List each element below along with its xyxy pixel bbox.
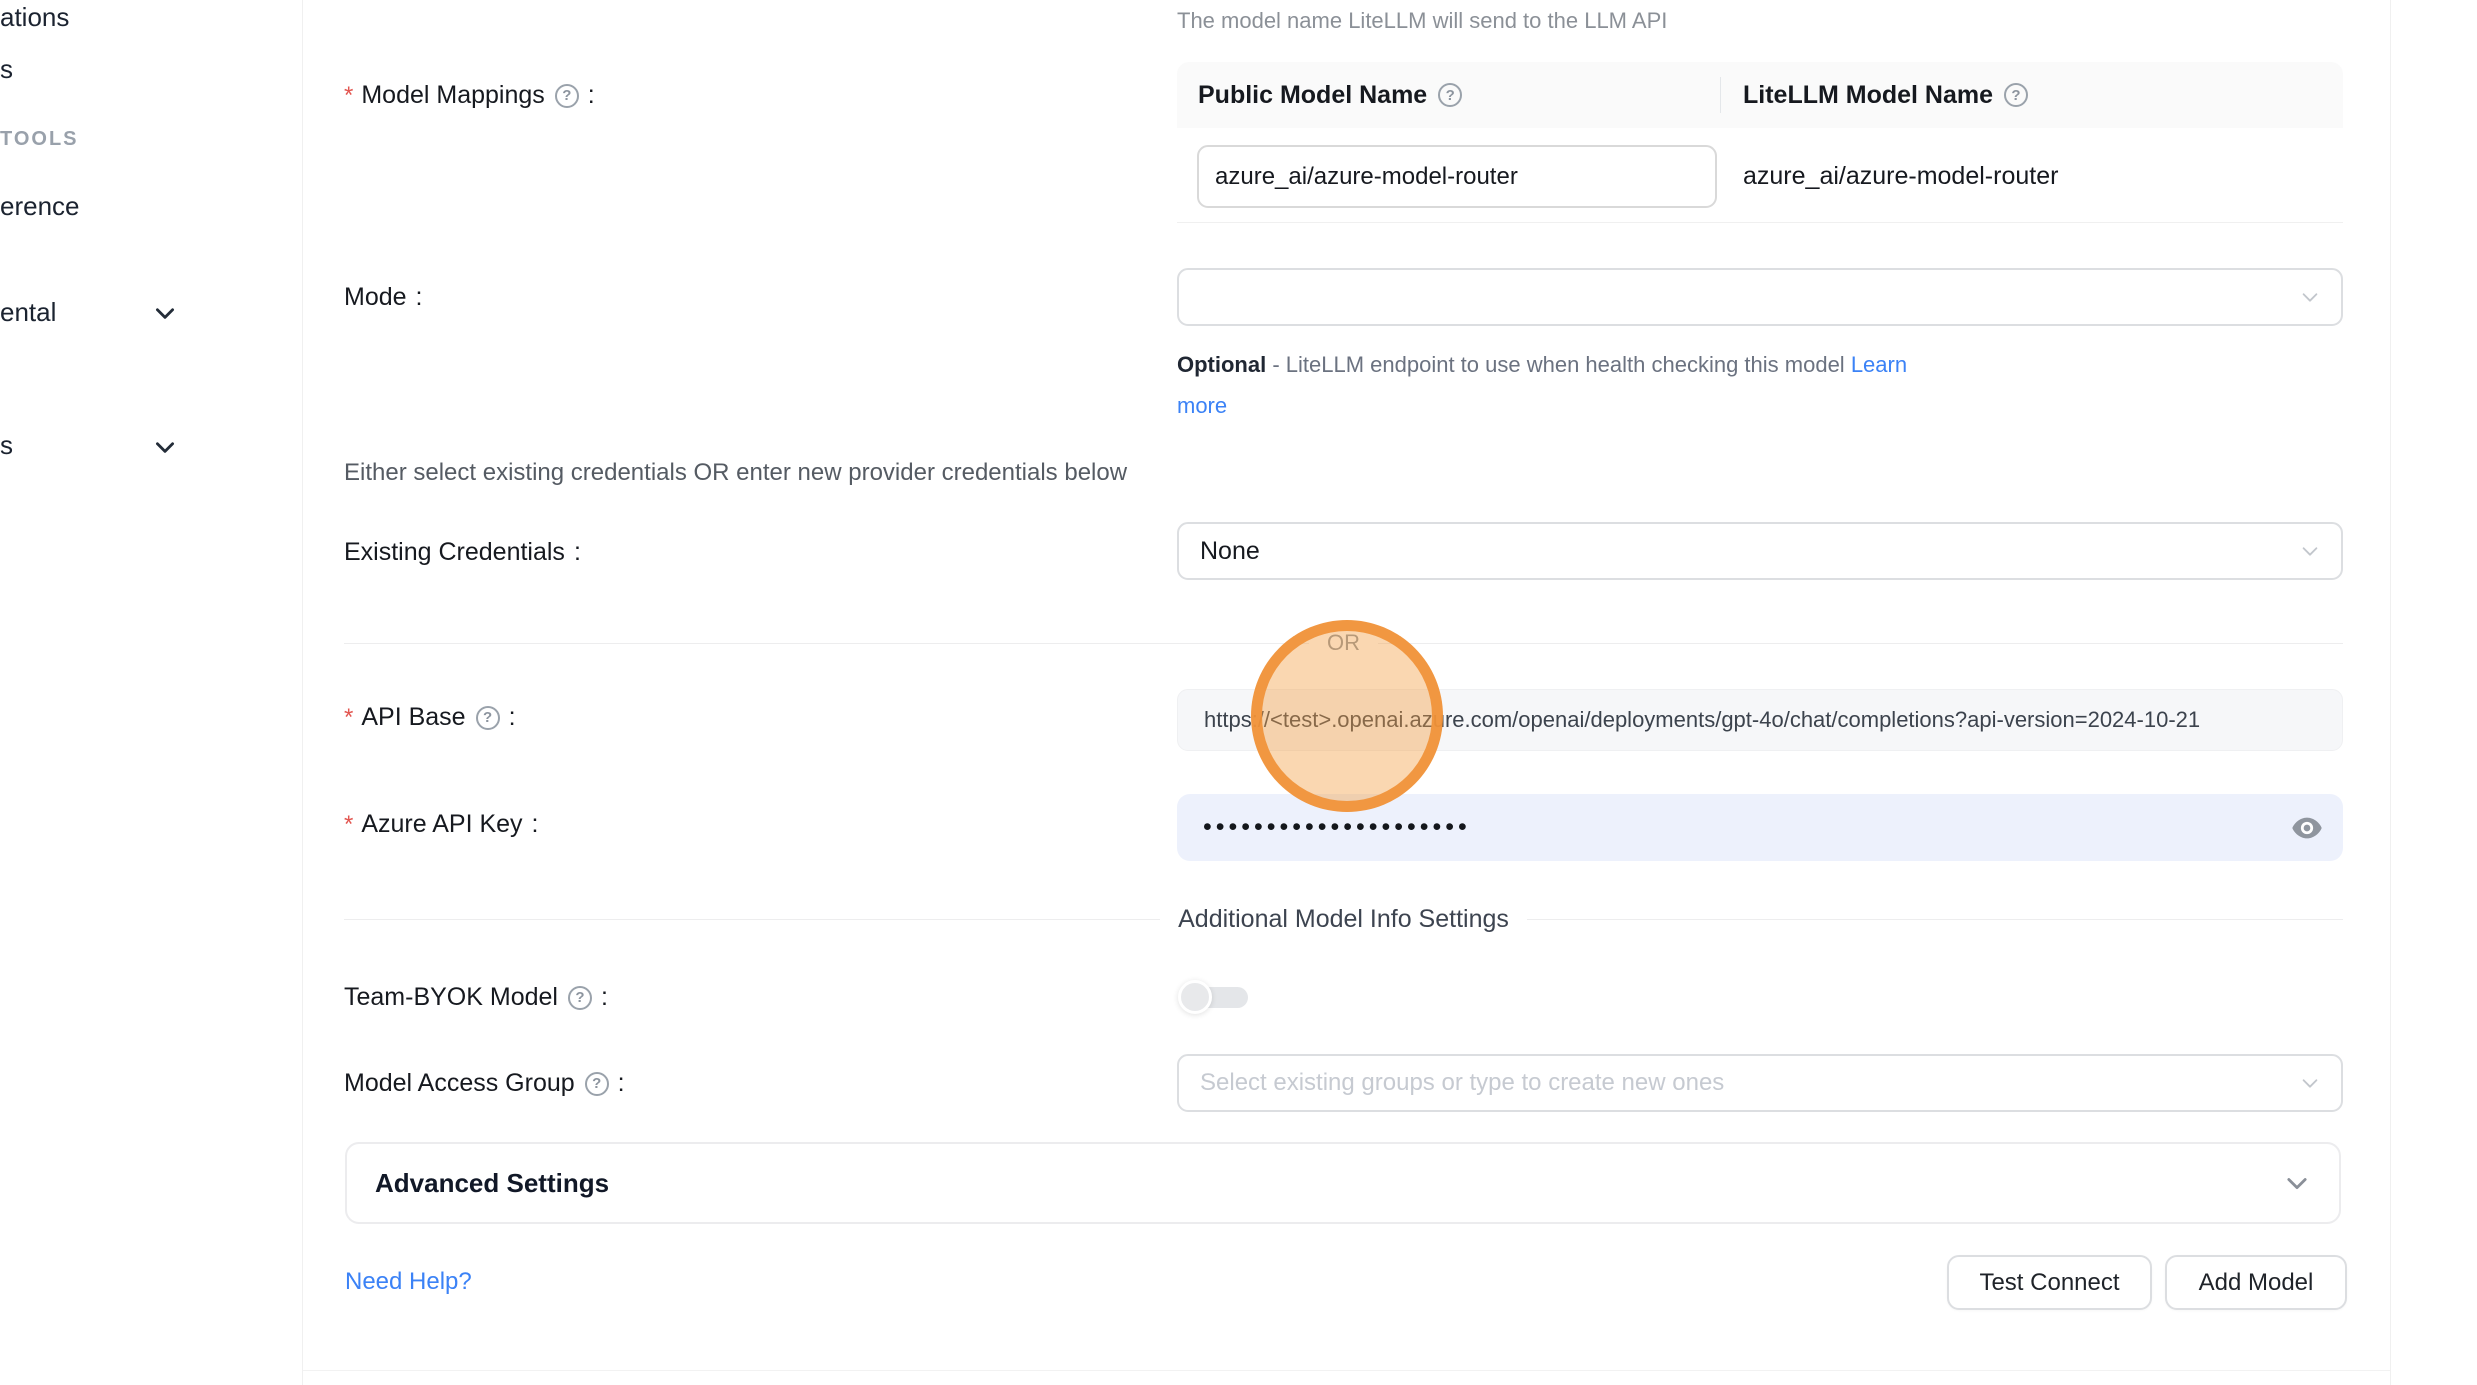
or-divider: OR <box>344 630 2343 656</box>
help-question-icon[interactable] <box>2004 83 2028 107</box>
sidebar-item-integrations[interactable]: ations <box>0 2 69 33</box>
model-access-group-select[interactable]: Select existing groups or type to create… <box>1177 1054 2343 1112</box>
litellm-model-name-column-header: LiteLLM Model Name <box>1721 62 2343 128</box>
add-model-page: ations s TOOLS erence ental s The model … <box>0 0 2477 1385</box>
test-connect-button[interactable]: Test Connect <box>1947 1255 2152 1310</box>
mode-select[interactable] <box>1177 268 2343 326</box>
sidebar-item-models[interactable]: s <box>0 54 13 85</box>
sidebar-item-experimental[interactable]: ental <box>0 297 56 328</box>
eye-icon[interactable] <box>2291 815 2323 841</box>
sidebar: ations s TOOLS erence ental s <box>0 0 302 1385</box>
help-question-icon[interactable] <box>1438 83 1462 107</box>
chevron-down-icon <box>2299 540 2321 562</box>
team-byok-label: Team-BYOK Model : <box>344 983 608 1012</box>
team-byok-toggle[interactable] <box>1178 980 1248 1014</box>
required-asterisk: * <box>344 82 353 110</box>
existing-credentials-select[interactable]: None <box>1177 522 2343 580</box>
chevron-down-icon <box>152 434 178 465</box>
chevron-down-icon <box>2299 1072 2321 1094</box>
api-base-label: * API Base : <box>344 703 516 732</box>
sidebar-item-inference[interactable]: erence <box>0 191 80 222</box>
litellm-model-name-value: azure_ai/azure-model-router <box>1743 145 2058 208</box>
existing-credentials-label: Existing Credentials : <box>344 538 581 567</box>
advanced-settings-panel[interactable]: Advanced Settings <box>345 1142 2341 1224</box>
mode-label: Mode : <box>344 283 423 312</box>
api-base-input[interactable]: https://<test>.openai.azure.com/openai/d… <box>1177 689 2343 751</box>
help-question-icon[interactable] <box>555 84 579 108</box>
public-model-name-column-header: Public Model Name <box>1177 62 1720 128</box>
chevron-down-icon <box>2283 1169 2311 1197</box>
add-model-button[interactable]: Add Model <box>2165 1255 2347 1310</box>
help-question-icon[interactable] <box>476 706 500 730</box>
sidebar-section-tools: TOOLS <box>0 128 79 151</box>
required-asterisk: * <box>344 704 353 732</box>
select-placeholder: Select existing groups or type to create… <box>1200 1069 1724 1097</box>
help-question-icon[interactable] <box>568 986 592 1010</box>
azure-api-key-label: * Azure API Key : <box>344 810 539 839</box>
masked-password-dots: ••••••••••••••••••••• <box>1203 813 1471 842</box>
panel-left-divider <box>302 0 303 1385</box>
table-row-divider <box>1177 222 2343 223</box>
additional-settings-divider: Additional Model Info Settings <box>344 905 2343 934</box>
public-model-name-input[interactable] <box>1197 145 1717 208</box>
mode-helper-text: Optional - LiteLLM endpoint to use when … <box>1177 344 2022 426</box>
toggle-knob <box>1178 980 1212 1014</box>
help-question-icon[interactable] <box>585 1072 609 1096</box>
azure-api-key-input[interactable]: ••••••••••••••••••••• <box>1177 794 2343 861</box>
chevron-down-icon <box>2299 286 2321 308</box>
model-mappings-label: * Model Mappings : <box>344 81 595 110</box>
panel-bottom-divider <box>303 1370 2390 1371</box>
panel-right-divider <box>2390 0 2391 1385</box>
credentials-note: Either select existing credentials OR en… <box>344 459 1127 487</box>
sidebar-item-settings[interactable]: s <box>0 430 13 461</box>
need-help-link[interactable]: Need Help? <box>345 1268 472 1296</box>
model-name-helper-text: The model name LiteLLM will send to the … <box>1177 8 1667 34</box>
required-asterisk: * <box>344 811 353 839</box>
model-access-group-label: Model Access Group : <box>344 1069 625 1098</box>
model-mappings-table-header: Public Model Name LiteLLM Model Name <box>1177 62 2343 128</box>
chevron-down-icon <box>152 300 178 331</box>
